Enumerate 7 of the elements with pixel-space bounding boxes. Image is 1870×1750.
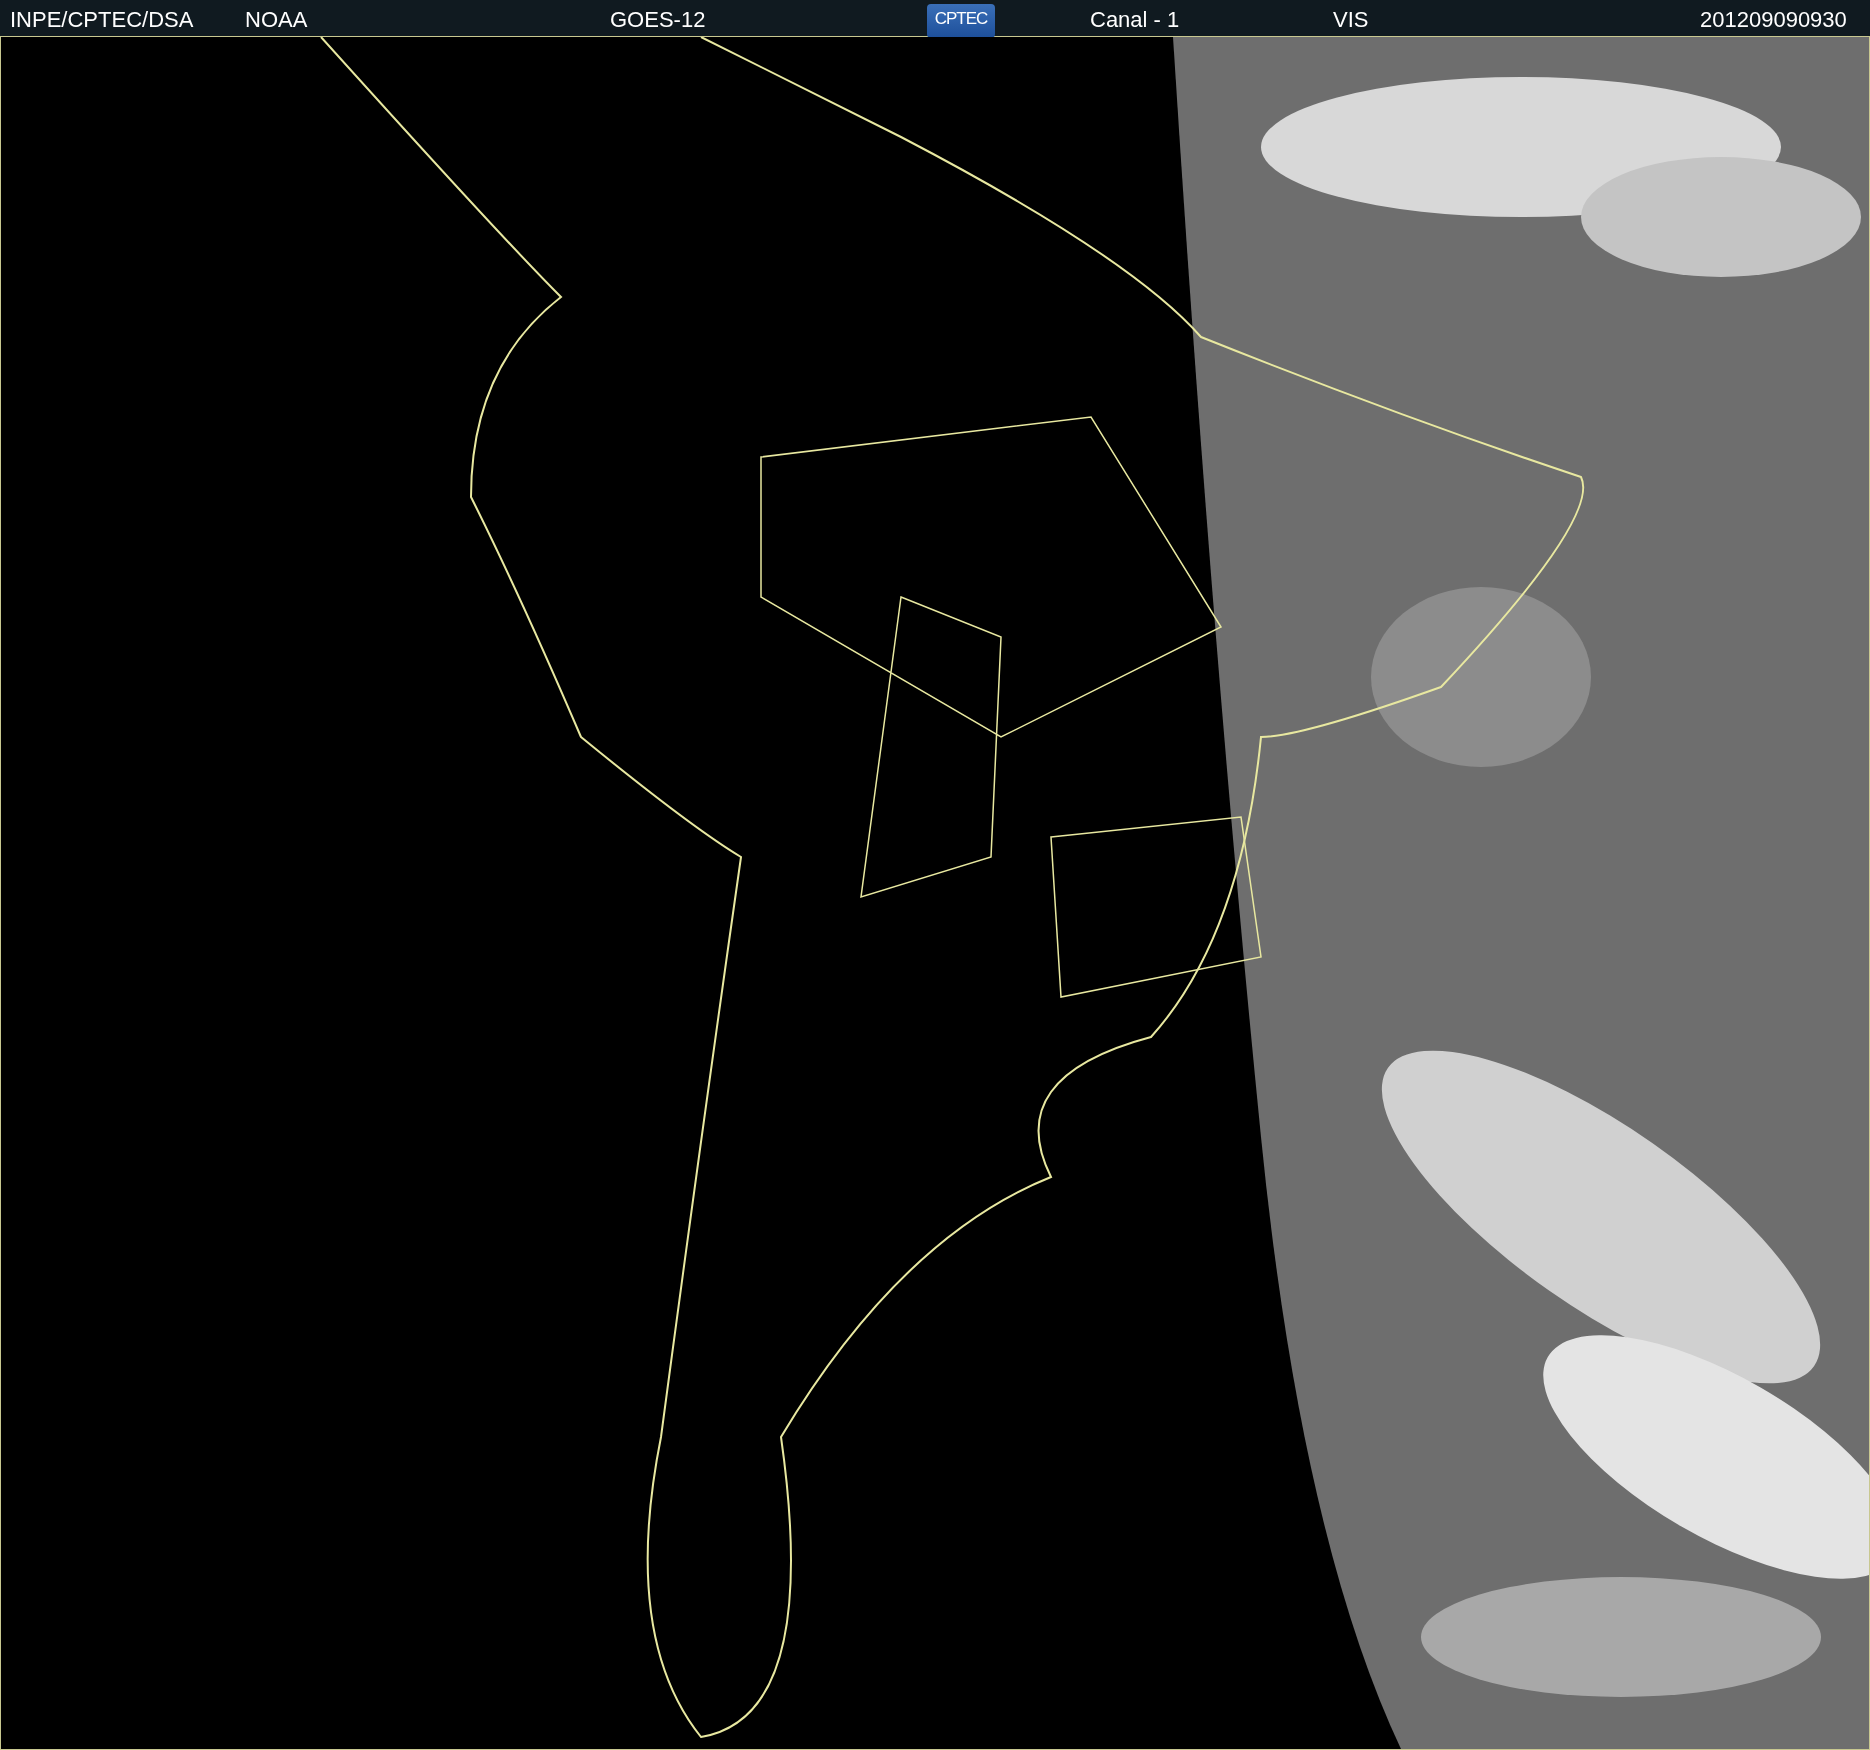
header-label: NOAA xyxy=(245,6,308,32)
header-label: INPE/CPTEC/DSA xyxy=(10,6,194,32)
header-label: VIS xyxy=(1333,6,1369,32)
header-label: Canal - 1 xyxy=(1090,6,1180,32)
header-label: 201209090930 xyxy=(1700,6,1847,32)
header-label: GOES-12 xyxy=(610,6,706,32)
logo: CPTEC xyxy=(927,4,995,38)
